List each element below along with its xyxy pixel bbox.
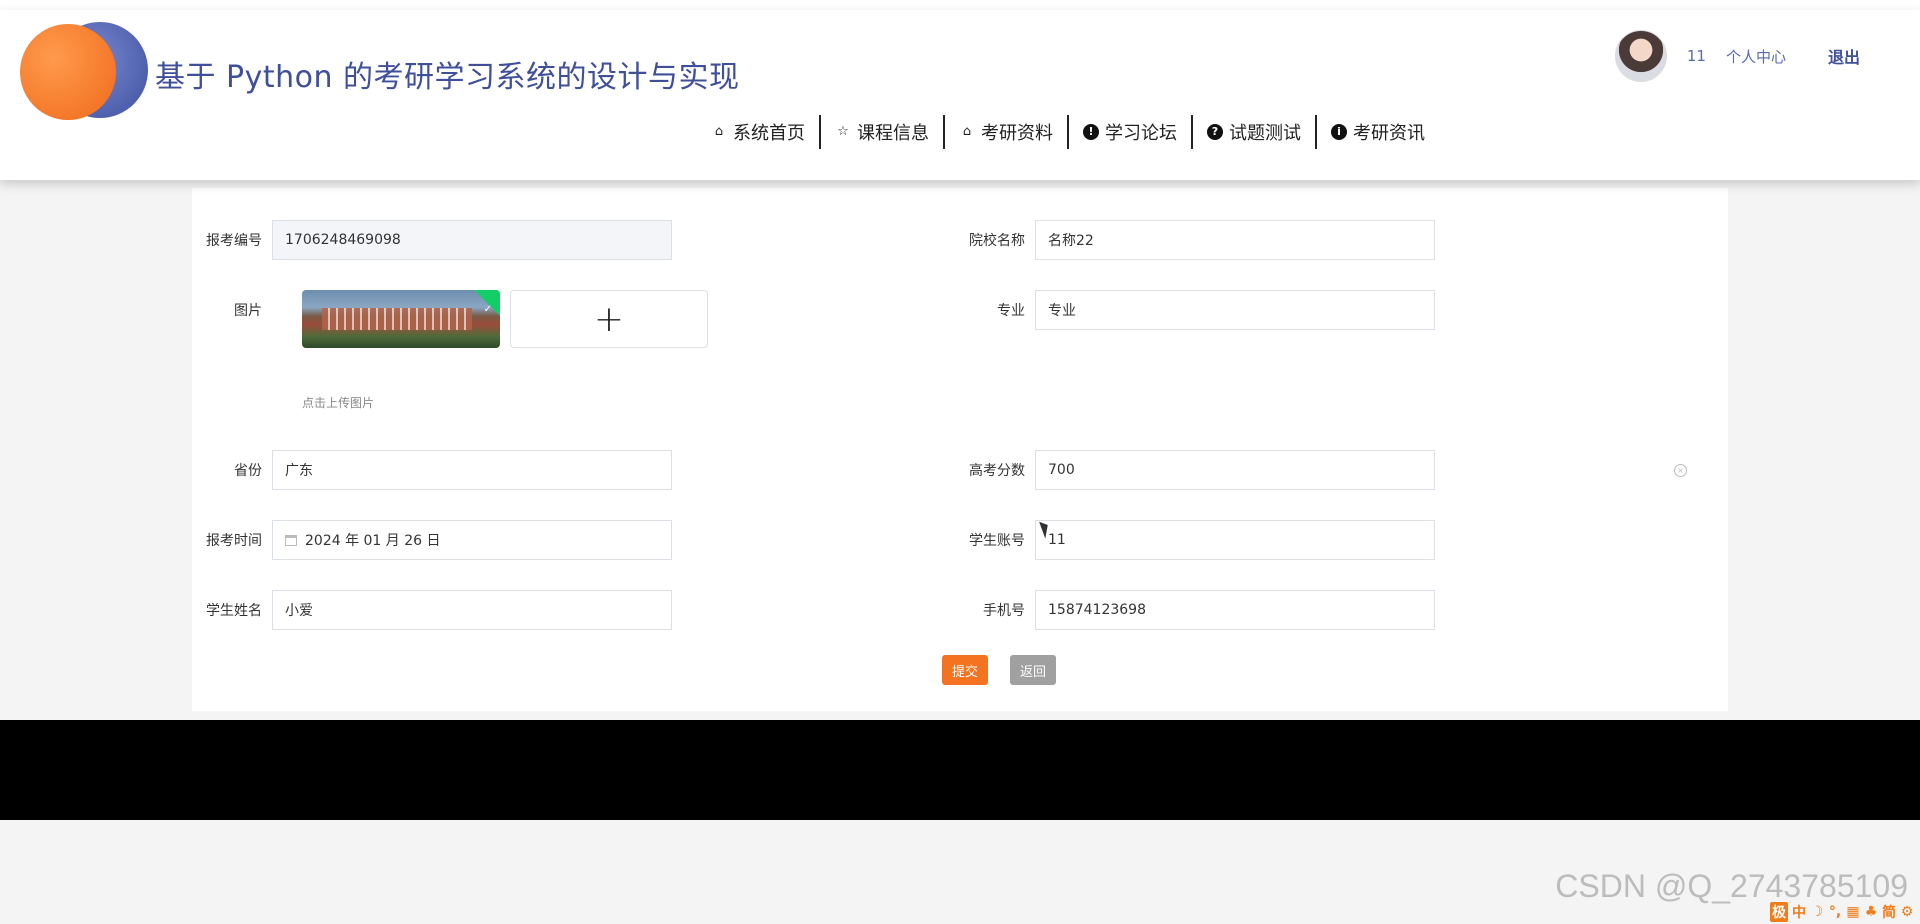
back-button[interactable]: 返回 bbox=[1010, 655, 1057, 685]
image-upload-button[interactable]: + bbox=[510, 290, 708, 348]
user-area: 11 个人中心 退出 bbox=[1614, 28, 1860, 84]
score-label: 高考分数 bbox=[969, 463, 1025, 479]
form-row-name: 学生姓名 小爱 bbox=[192, 590, 672, 630]
logo-orange-circle bbox=[20, 24, 116, 120]
settings-icon[interactable]: ⚙ bbox=[1900, 902, 1914, 922]
exam-no-label: 报考编号 bbox=[206, 233, 262, 249]
star-icon: ☆ bbox=[837, 124, 849, 139]
username: 11 bbox=[1686, 47, 1706, 65]
nav-label: 考研资料 bbox=[981, 123, 1053, 144]
skin-icon[interactable]: ♣ bbox=[1864, 902, 1878, 922]
nav-label: 试题测试 bbox=[1229, 123, 1301, 144]
school-label: 院校名称 bbox=[969, 233, 1025, 249]
plus-icon: + bbox=[593, 298, 625, 340]
punctuation-icon[interactable]: °, bbox=[1828, 902, 1842, 922]
nav-item-materials[interactable]: ⌂ 考研资料 bbox=[945, 115, 1069, 149]
question-circle-icon: ? bbox=[1207, 124, 1223, 140]
form-row-school: 院校名称 名称22 bbox=[955, 220, 1435, 260]
bag-icon: ⌂ bbox=[962, 124, 972, 139]
nav-label: 课程信息 bbox=[857, 123, 929, 144]
csdn-watermark: CSDN @Q_2743785109 bbox=[1555, 868, 1908, 904]
major-label: 专业 bbox=[997, 303, 1025, 319]
account-field[interactable]: 11 bbox=[1035, 520, 1435, 560]
keyboard-icon[interactable]: ▦ bbox=[1846, 902, 1860, 922]
site-title: 基于 Python 的考研学习系统的设计与实现 bbox=[155, 60, 740, 95]
nav-item-forum[interactable]: ! 学习论坛 bbox=[1069, 115, 1193, 149]
logout-link[interactable]: 退出 bbox=[1828, 44, 1860, 68]
user-avatar[interactable] bbox=[1614, 30, 1667, 82]
student-name-field[interactable]: 小爱 bbox=[272, 590, 672, 630]
student-name-label: 学生姓名 bbox=[206, 603, 262, 619]
form-row-exam-no: 报考编号 1706248469098 bbox=[192, 220, 672, 260]
exam-no-field: 1706248469098 bbox=[272, 220, 672, 260]
phone-field[interactable]: 15874123698 bbox=[1035, 590, 1435, 630]
upload-hint: 点击上传图片 bbox=[302, 396, 375, 410]
province-field[interactable]: 广东 bbox=[272, 450, 672, 490]
form-row-date: 报考时间 2024 年 01 月 26 日 bbox=[192, 520, 672, 560]
image-label: 图片 bbox=[234, 303, 262, 319]
info-circle-icon: i bbox=[1331, 124, 1347, 140]
nav-label: 考研资讯 bbox=[1353, 123, 1425, 144]
major-field[interactable]: 专业 bbox=[1035, 290, 1435, 330]
nav-item-courses[interactable]: ☆ 课程信息 bbox=[821, 115, 945, 149]
calendar-icon bbox=[285, 534, 297, 546]
nav-item-news[interactable]: i 考研资讯 bbox=[1317, 115, 1439, 149]
simplified-mode[interactable]: 简 bbox=[1882, 902, 1896, 922]
building-picture bbox=[322, 308, 472, 330]
form-row-province: 省份 广东 bbox=[192, 450, 672, 490]
form-row-account: 学生账号 11 bbox=[955, 520, 1435, 560]
form-row-score: 高考分数 700 bbox=[955, 450, 1435, 490]
moon-icon[interactable]: ☽ bbox=[1810, 902, 1824, 922]
phone-label: 手机号 bbox=[983, 603, 1025, 619]
province-label: 省份 bbox=[234, 463, 262, 479]
school-field[interactable]: 名称22 bbox=[1035, 220, 1435, 260]
nav-label: 系统首页 bbox=[733, 123, 805, 144]
nav-label: 学习论坛 bbox=[1105, 123, 1177, 144]
personal-center-link[interactable]: 个人中心 bbox=[1726, 46, 1786, 67]
date-label: 报考时间 bbox=[206, 533, 262, 549]
black-overlay-band bbox=[0, 720, 1920, 820]
account-label: 学生账号 bbox=[969, 533, 1025, 549]
score-field[interactable]: 700 bbox=[1035, 450, 1435, 490]
ime-logo-icon[interactable]: 极 bbox=[1770, 902, 1788, 922]
ime-chinese-mode[interactable]: 中 bbox=[1792, 902, 1806, 922]
form-panel: 报考编号 1706248469098 院校名称 名称22 图片 ✓ + 点击上传… bbox=[192, 188, 1728, 711]
clear-icon[interactable]: × bbox=[1674, 464, 1687, 477]
check-icon: ✓ bbox=[483, 304, 492, 315]
main-nav: ⌂ 系统首页 ☆ 课程信息 ⌂ 考研资料 ! 学习论坛 ? 试题测试 i 考研资… bbox=[697, 115, 1439, 149]
site-logo[interactable] bbox=[20, 22, 148, 126]
nav-item-home[interactable]: ⌂ 系统首页 bbox=[697, 115, 821, 149]
exclamation-circle-icon: ! bbox=[1083, 124, 1099, 140]
date-picker[interactable]: 2024 年 01 月 26 日 bbox=[272, 520, 672, 560]
date-value: 2024 年 01 月 26 日 bbox=[305, 533, 441, 549]
form-row-phone: 手机号 15874123698 bbox=[955, 590, 1435, 630]
ime-toolbar: 极 中 ☽ °, ▦ ♣ 简 ⚙ bbox=[1770, 902, 1914, 922]
uploaded-image-thumbnail[interactable]: ✓ bbox=[302, 290, 500, 348]
nav-item-tests[interactable]: ? 试题测试 bbox=[1193, 115, 1317, 149]
site-header: 基于 Python 的考研学习系统的设计与实现 11 个人中心 退出 ⌂ 系统首… bbox=[0, 10, 1920, 180]
form-row-major: 专业 专业 bbox=[955, 290, 1435, 330]
submit-button[interactable]: 提交 bbox=[942, 655, 989, 685]
home-icon: ⌂ bbox=[714, 124, 724, 139]
